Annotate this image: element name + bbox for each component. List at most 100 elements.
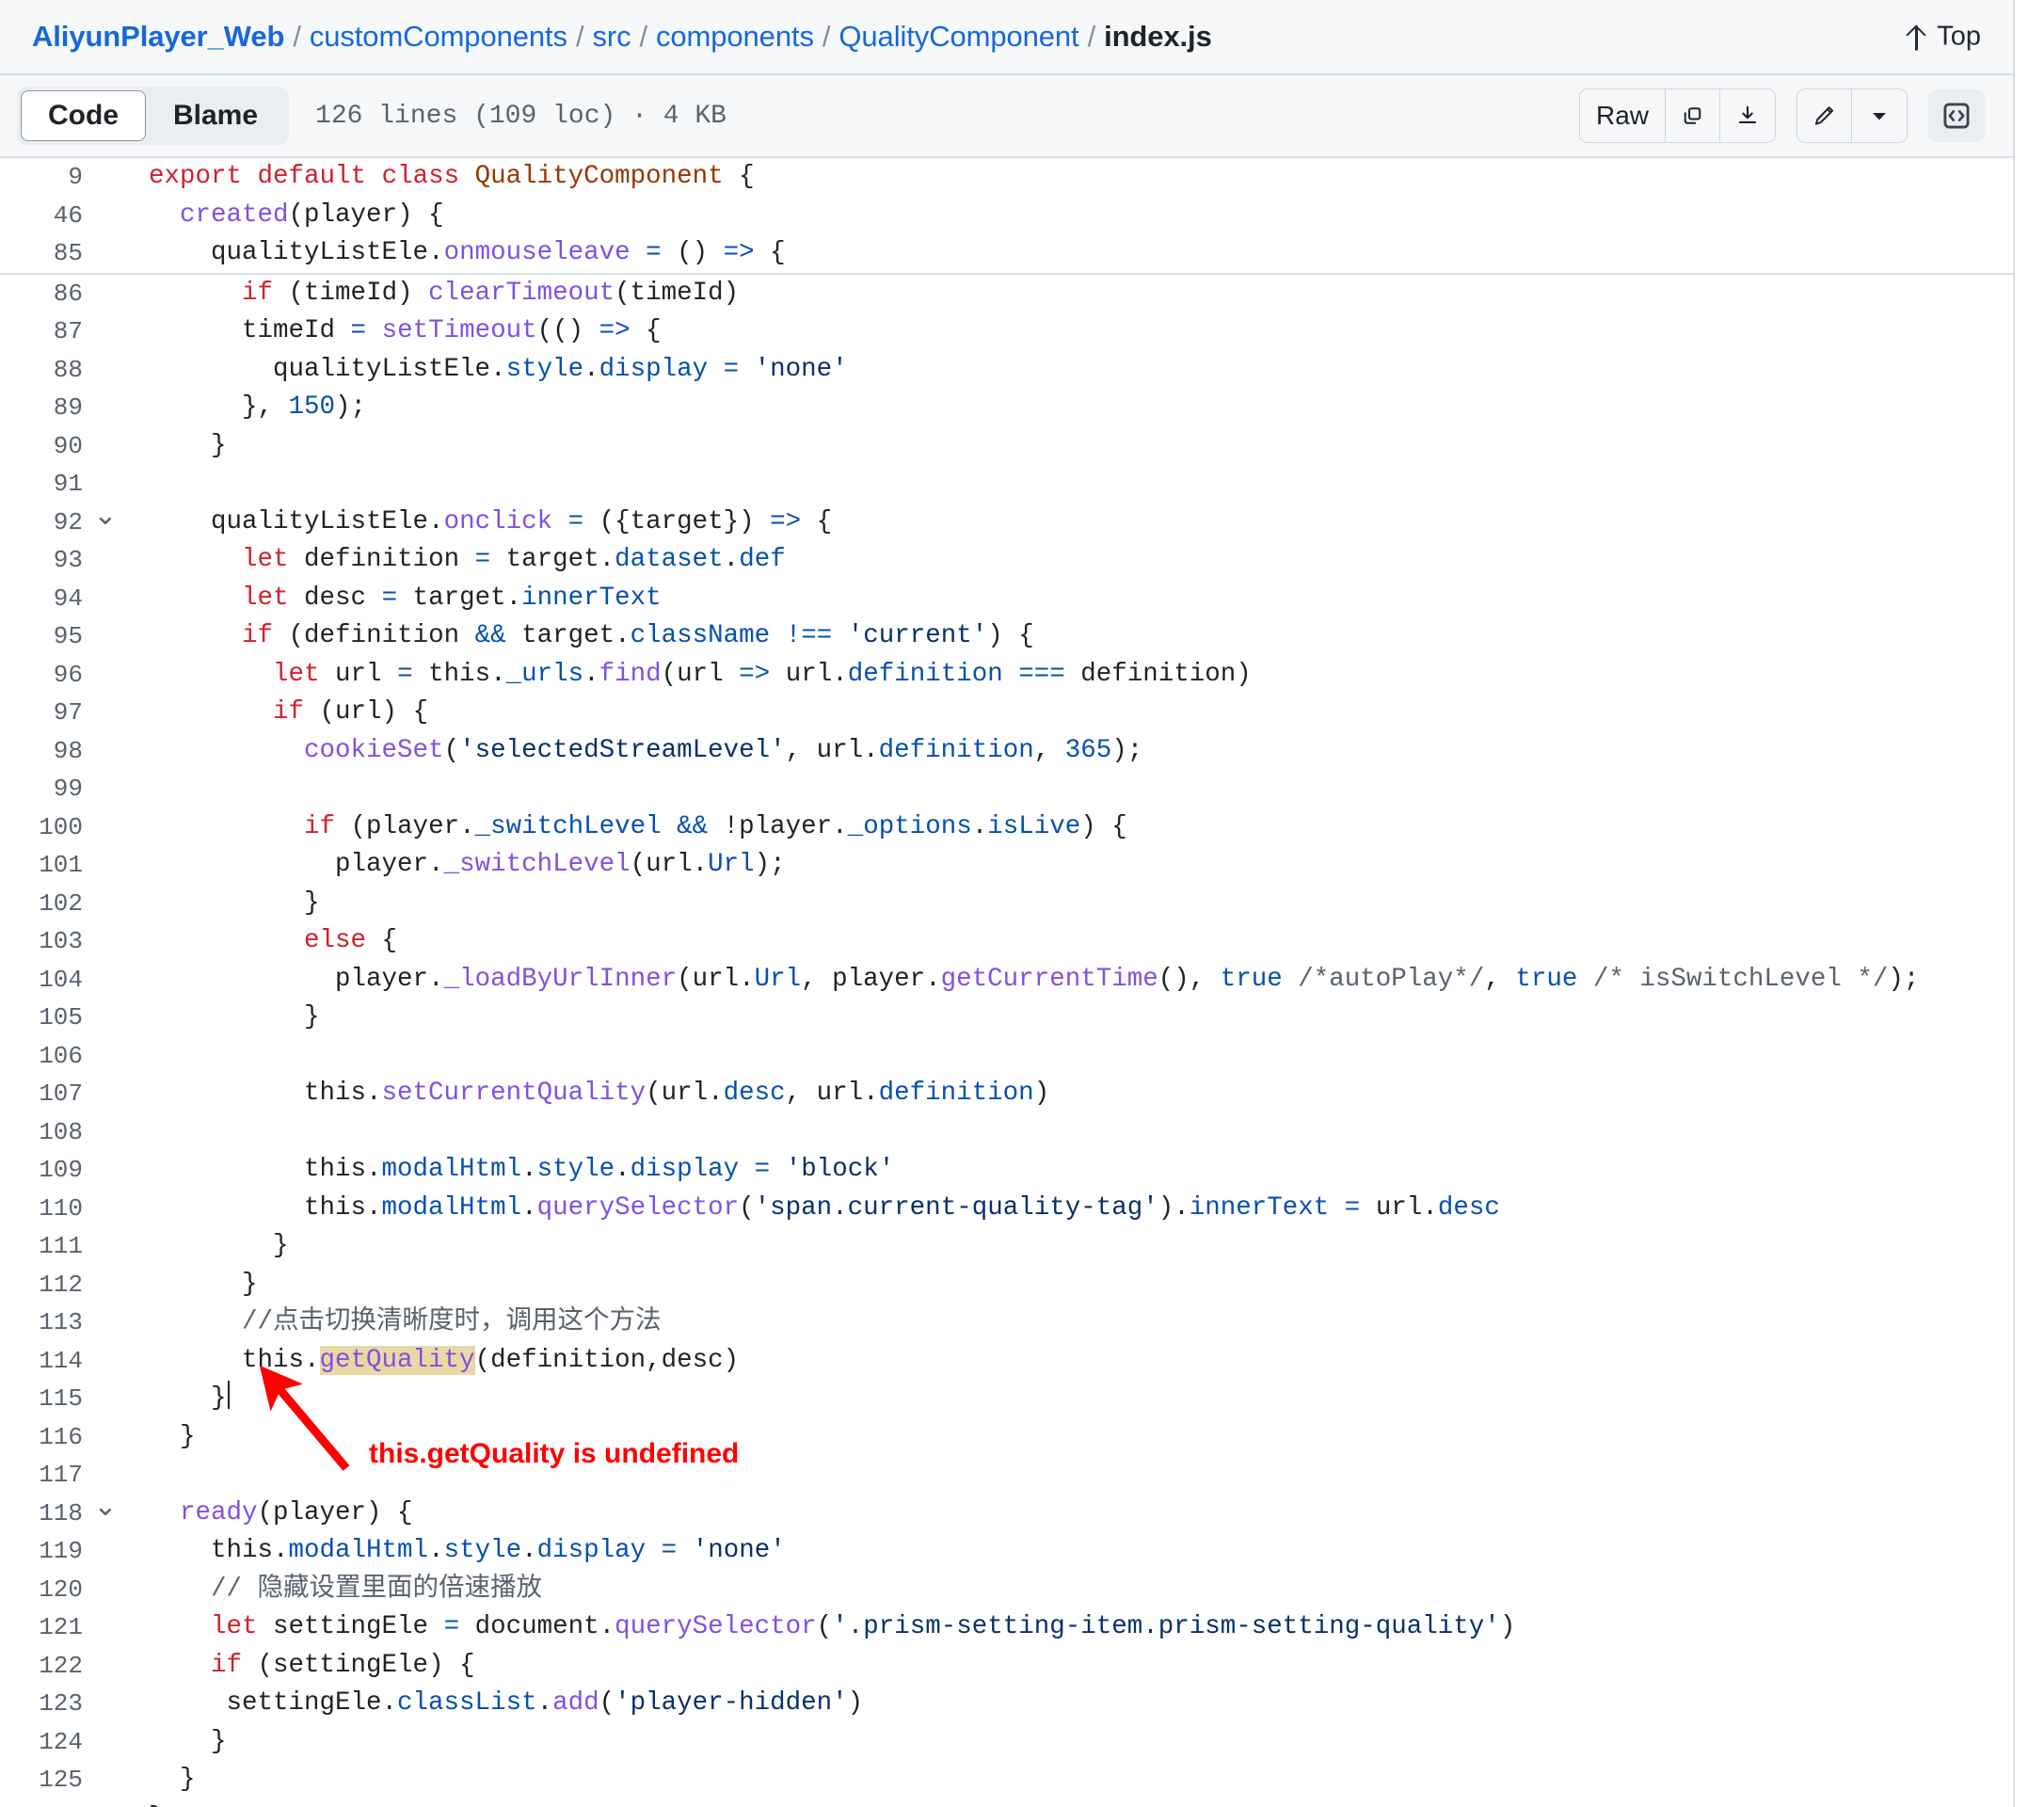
line-number[interactable]: 100 — [0, 808, 87, 847]
code-line-content[interactable]: } — [124, 1380, 230, 1418]
line-number[interactable]: 92 — [0, 504, 87, 542]
line-number[interactable]: 106 — [0, 1037, 87, 1076]
copy-icon[interactable] — [1666, 89, 1720, 142]
download-icon[interactable] — [1720, 89, 1775, 142]
code-line-content[interactable]: let url = this._urls.find(url => url.def… — [124, 656, 1252, 695]
code-brackets-icon[interactable] — [1928, 89, 1985, 142]
code-line-content[interactable]: qualityListEle.style.display = 'none' — [124, 351, 848, 390]
line-number[interactable]: 118 — [0, 1495, 87, 1533]
line-number[interactable]: 120 — [0, 1571, 87, 1609]
line-number[interactable]: 105 — [0, 999, 87, 1037]
breadcrumb-item-qualitycomponent[interactable]: QualityComponent — [838, 20, 1078, 54]
line-number[interactable]: 119 — [0, 1532, 87, 1571]
line-number[interactable]: 108 — [0, 1113, 87, 1152]
code-line-content[interactable]: this.modalHtml.style.display = 'block' — [124, 1151, 894, 1190]
code-line-content[interactable]: settingEle.classList.add('player-hidden'… — [124, 1685, 864, 1723]
code-line-content[interactable]: timeId = setTimeout(() => { — [124, 312, 662, 351]
code-line-content[interactable]: if (timeId) clearTimeout(timeId) — [124, 275, 739, 313]
line-number[interactable]: 111 — [0, 1227, 87, 1266]
code-line-content[interactable]: } — [124, 1418, 196, 1457]
line-number[interactable]: 112 — [0, 1266, 87, 1304]
line-number[interactable]: 109 — [0, 1151, 87, 1190]
code-line-content[interactable]: this.setCurrentQuality(url.desc, url.def… — [124, 1075, 1049, 1113]
line-number[interactable]: 9 — [0, 158, 87, 197]
line-number[interactable]: 124 — [0, 1723, 87, 1762]
breadcrumb-item-components[interactable]: components — [656, 20, 814, 54]
code-line-content[interactable]: this.modalHtml.querySelector('span.curre… — [124, 1190, 1500, 1228]
code-line-content[interactable]: qualityListEle.onclick = ({target}) => { — [124, 504, 832, 542]
code-line-content[interactable]: player._loadByUrlInner(url.Url, player.g… — [124, 961, 1919, 999]
line-number[interactable]: 88 — [0, 351, 87, 390]
code-line-content[interactable]: ready(player) { — [124, 1495, 413, 1533]
line-number[interactable]: 110 — [0, 1190, 87, 1228]
code-line-content[interactable]: } — [124, 1799, 165, 1807]
code-line-content[interactable]: cookieSet('selectedStreamLevel', url.def… — [124, 732, 1142, 771]
scroll-to-top-button[interactable]: Top — [1906, 22, 1981, 53]
code-line-content[interactable]: } — [124, 1761, 196, 1799]
line-number[interactable]: 107 — [0, 1075, 87, 1113]
code-line-content[interactable]: qualityListEle.onmouseleave = () => { — [124, 234, 786, 273]
line-number[interactable]: 113 — [0, 1303, 87, 1342]
code-line-content[interactable]: let desc = target.innerText — [124, 580, 662, 618]
breadcrumb-repo[interactable]: AliyunPlayer_Web — [32, 20, 284, 54]
code-line-content[interactable]: } — [124, 427, 227, 466]
raw-button[interactable]: Raw — [1580, 89, 1666, 142]
code-line-content[interactable]: this.getQuality(definition,desc) — [124, 1342, 739, 1381]
line-number[interactable]: 115 — [0, 1380, 87, 1418]
code-line-content[interactable]: if (settingEle) { — [124, 1647, 475, 1686]
code-line-content[interactable]: created(player) { — [124, 197, 444, 235]
line-number[interactable]: 94 — [0, 580, 87, 618]
line-number[interactable]: 114 — [0, 1342, 87, 1381]
line-number[interactable]: 95 — [0, 617, 87, 656]
line-number[interactable]: 117 — [0, 1456, 87, 1495]
code-line-content[interactable]: } — [124, 1227, 289, 1266]
line-number[interactable]: 102 — [0, 885, 87, 923]
code-line-content[interactable]: else { — [124, 922, 397, 961]
line-number[interactable]: 104 — [0, 961, 87, 999]
code-line-content[interactable]: }, 150); — [124, 389, 366, 427]
code-line-content[interactable]: if (url) { — [124, 694, 428, 732]
line-number[interactable]: 96 — [0, 656, 87, 695]
line-number[interactable]: 126 — [0, 1799, 87, 1807]
code-line-content[interactable]: let definition = target.dataset.def — [124, 541, 786, 580]
code-line-content[interactable]: } — [124, 885, 320, 923]
line-number[interactable]: 125 — [0, 1761, 87, 1799]
line-number[interactable]: 122 — [0, 1647, 87, 1686]
line-number[interactable]: 98 — [0, 732, 87, 771]
line-number[interactable]: 97 — [0, 694, 87, 732]
line-number[interactable]: 46 — [0, 197, 87, 235]
pencil-icon[interactable] — [1797, 89, 1852, 142]
code-line-content[interactable]: // 隐藏设置里面的倍速播放 — [124, 1571, 542, 1609]
line-number[interactable]: 93 — [0, 541, 87, 580]
tab-code[interactable]: Code — [21, 90, 146, 141]
code-line-content[interactable]: if (player._switchLevel && !player._opti… — [124, 808, 1127, 847]
line-number[interactable]: 90 — [0, 427, 87, 466]
code-line-content[interactable]: export default class QualityComponent { — [124, 158, 755, 197]
code-line-content[interactable]: } — [124, 1266, 258, 1304]
line-number[interactable]: 101 — [0, 846, 87, 885]
code-line-content[interactable]: } — [124, 1723, 227, 1762]
code-line-content[interactable]: } — [124, 999, 320, 1037]
line-number[interactable]: 85 — [0, 234, 87, 273]
tab-blame[interactable]: Blame — [146, 90, 285, 141]
line-number[interactable]: 103 — [0, 922, 87, 961]
breadcrumb-item-customcomponents[interactable]: customComponents — [310, 20, 567, 54]
chevron-down-icon[interactable]: ⌄ — [87, 504, 124, 532]
code-line-content[interactable]: if (definition && target.className !== '… — [124, 617, 1034, 656]
code-line-content[interactable]: player._switchLevel(url.Url); — [124, 846, 786, 885]
chevron-down-icon[interactable] — [1852, 89, 1907, 142]
line-number[interactable]: 121 — [0, 1608, 87, 1647]
line-number[interactable]: 87 — [0, 312, 87, 351]
chevron-down-icon[interactable]: ⌄ — [87, 1495, 124, 1523]
line-number[interactable]: 89 — [0, 389, 87, 427]
line-number[interactable]: 86 — [0, 275, 87, 313]
line-number[interactable]: 123 — [0, 1685, 87, 1723]
line-number[interactable]: 91 — [0, 465, 87, 504]
code-line-content[interactable]: let settingEle = document.querySelector(… — [124, 1608, 1515, 1647]
code-line-content[interactable]: this.modalHtml.style.display = 'none' — [124, 1532, 786, 1571]
code-line-content[interactable]: //点击切换清晰度时，调用这个方法 — [124, 1303, 662, 1342]
line-number[interactable]: 99 — [0, 770, 87, 808]
breadcrumb-item-src[interactable]: src — [592, 20, 631, 54]
line-number[interactable]: 116 — [0, 1418, 87, 1457]
